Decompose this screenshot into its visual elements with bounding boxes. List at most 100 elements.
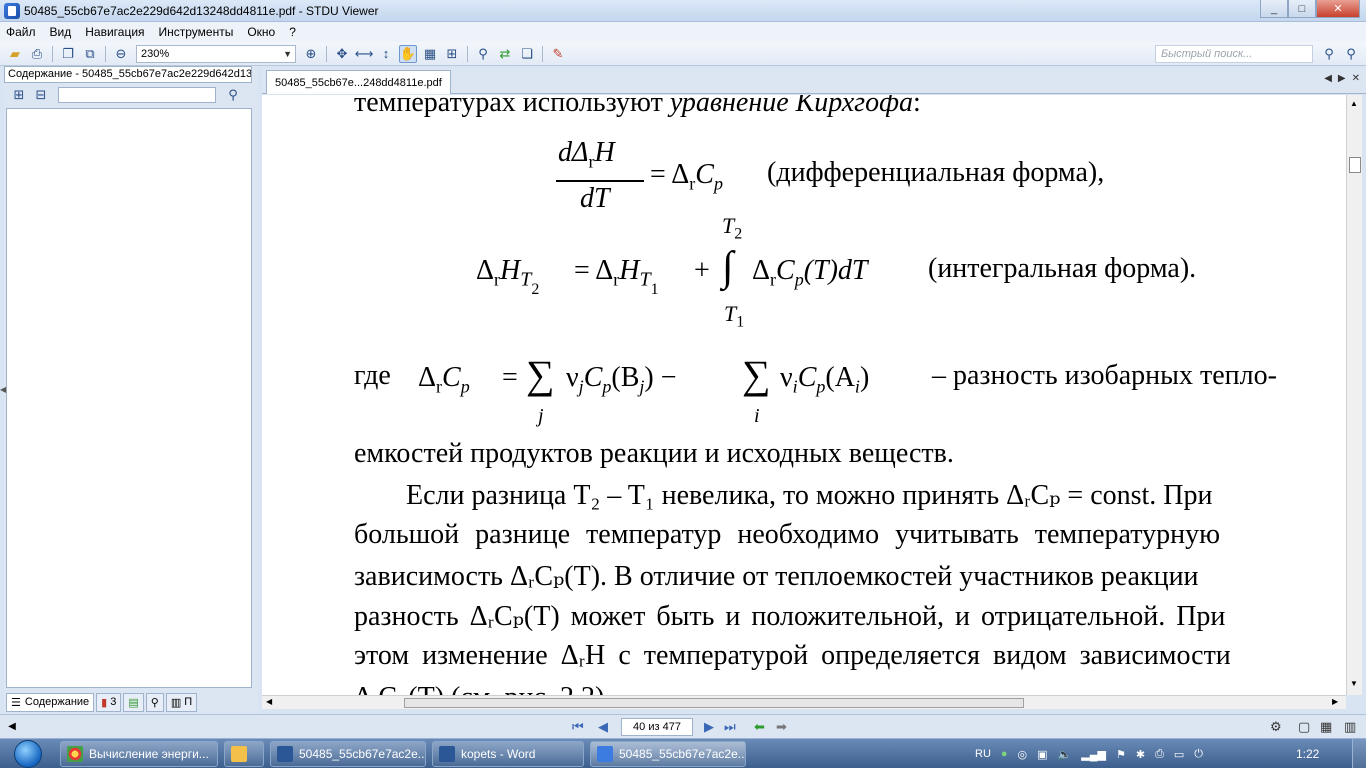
text-line: этом изменение ΔᵣH с температурой опреде… [354, 640, 1231, 671]
toolbar-divider [52, 45, 53, 62]
fit-page-icon[interactable]: ✥ [333, 45, 351, 63]
minimize-button[interactable]: _ [1260, 0, 1288, 18]
panel-toggle-icon[interactable]: ◀ [4, 717, 20, 735]
contents-tree[interactable] [6, 108, 252, 688]
snapshot-icon[interactable]: ▦ [421, 45, 439, 63]
binoculars-icon[interactable]: ⚲ [224, 86, 242, 104]
pages-icon[interactable]: ❏ [518, 45, 536, 63]
bluetooth-icon[interactable]: ✱ [1136, 748, 1145, 761]
export-icon[interactable]: ⧉ [81, 45, 99, 63]
tab-prev-icon[interactable]: ◀ [1324, 73, 1332, 84]
zoom-in-icon[interactable]: ⊕ [302, 45, 320, 63]
eq-sub: 1 [736, 313, 745, 331]
next-page-icon[interactable]: ▶ [704, 719, 714, 735]
scroll-thumb[interactable] [1349, 157, 1361, 173]
start-button[interactable] [2, 739, 54, 768]
eq-text: dΔ [558, 137, 589, 168]
forward-icon[interactable]: ➡ [776, 719, 787, 735]
scroll-left-icon[interactable]: ◀ [266, 697, 272, 706]
quick-search-input[interactable]: Быстрый поиск... [1155, 45, 1313, 63]
open-folder-icon[interactable]: ▰ [6, 45, 24, 63]
tab-pages[interactable]: ▥ П [165, 692, 198, 712]
display-icon[interactable]: ▭ [1174, 748, 1184, 761]
tab-bookmarks[interactable]: ▮ 3 [96, 692, 122, 712]
document-tab[interactable]: 50485_55cb67e...248dd4811e.pdf [266, 70, 451, 94]
hand-tool-icon[interactable]: ✋ [399, 44, 417, 63]
menu-navigation[interactable]: Навигация [85, 25, 144, 39]
menu-file[interactable]: Файл [6, 25, 36, 39]
find-icon[interactable]: ⚲ [474, 45, 492, 63]
continuous-view-icon[interactable]: ▥ [1344, 719, 1356, 735]
tab-next-icon[interactable]: ▶ [1338, 73, 1346, 84]
menu-tools[interactable]: Инструменты [159, 25, 234, 39]
eq-text: H [619, 255, 640, 286]
taskbar-item-label: kopets - Word [461, 747, 536, 761]
integrand: ΔrCp(T)dT [752, 255, 868, 291]
sync-icon[interactable]: ⇄ [496, 45, 514, 63]
eq-sub: p [460, 376, 470, 397]
menu-help[interactable]: ? [289, 25, 296, 39]
tab-close-icon[interactable]: ✕ [1352, 73, 1360, 84]
green-app-icon[interactable]: ● [1001, 748, 1008, 760]
taskbar-item-chrome[interactable]: Вычисление энерги... [60, 741, 218, 767]
volume-icon[interactable]: 🔈 [1058, 748, 1072, 761]
scroll-right-icon[interactable]: ▶ [1332, 697, 1338, 706]
expand-icon[interactable]: ⊞ [10, 86, 28, 104]
taskbar: Вычисление энерги... 50485_55cb67e7ac2e.… [0, 738, 1366, 768]
menu-window[interactable]: Окно [247, 25, 275, 39]
tab-thumbnails[interactable]: ▤ [123, 692, 144, 712]
signal-icon[interactable]: ▂▄▆ [1081, 748, 1106, 761]
chrome-icon [67, 746, 83, 762]
stdu-viewer-icon [597, 746, 613, 762]
scroll-thumb[interactable] [404, 698, 1024, 708]
copy-page-icon[interactable]: ❐ [59, 45, 77, 63]
back-icon[interactable]: ⬅ [754, 719, 765, 735]
tab-navigation: ◀ ▶ ✕ [1318, 73, 1360, 84]
text-span-italic: уравнение Кирхгофа [669, 95, 913, 118]
zoom-out-icon[interactable]: ⊖ [112, 45, 130, 63]
clock[interactable]: 1:22 [1296, 747, 1319, 761]
search-next-icon[interactable]: ⚲ [1342, 45, 1360, 63]
scroll-up-icon[interactable]: ▲ [1350, 99, 1358, 108]
close-button[interactable]: ✕ [1316, 0, 1360, 18]
taskbar-item-word-doc[interactable]: 50485_55cb67e7ac2e... [270, 741, 426, 767]
scroll-down-icon[interactable]: ▼ [1350, 679, 1358, 688]
prev-page-icon[interactable]: ◀ [598, 719, 608, 735]
network-icon[interactable]: ▣ [1037, 748, 1047, 761]
panel-collapse-icon[interactable]: ◀ [0, 385, 6, 394]
first-page-icon[interactable]: ⏮ [572, 719, 584, 735]
zoom-select[interactable]: 230% ▼ [136, 44, 296, 63]
single-page-view-icon[interactable]: ▢ [1298, 719, 1310, 735]
show-desktop-button[interactable] [1352, 739, 1366, 768]
tab-contents[interactable]: ☰ Содержание [6, 692, 95, 712]
printer-icon[interactable]: ⎙ [1155, 748, 1164, 761]
settings-icon[interactable]: ⚙ [1270, 719, 1282, 735]
flag-icon[interactable]: ⚑ [1116, 748, 1126, 761]
print-icon[interactable]: ⎙ [28, 45, 46, 63]
language-indicator[interactable]: RU [975, 748, 991, 760]
fit-width-icon[interactable]: ⟷ [355, 45, 374, 63]
maximize-button[interactable]: □ [1288, 0, 1316, 18]
horizontal-scrollbar[interactable]: ◀ ▶ [262, 695, 1346, 709]
page-number-input[interactable]: 40 из 477 [621, 718, 693, 736]
eq-text: Δ [418, 362, 437, 393]
two-page-view-icon[interactable]: ▦ [1320, 719, 1332, 735]
eq-text: C [583, 362, 603, 393]
search-prev-icon[interactable]: ⚲ [1320, 45, 1338, 63]
document-view[interactable]: температурах используют уравнение Кирхго… [262, 95, 1346, 695]
security-icon[interactable]: ◎ [1018, 748, 1028, 761]
collapse-icon[interactable]: ⊟ [32, 86, 50, 104]
last-page-icon[interactable]: ⏭ [724, 719, 736, 735]
tab-search[interactable]: ⚲ [145, 692, 164, 712]
text-span: температурах используют [354, 95, 670, 118]
power-icon[interactable]: ⏻ [1194, 748, 1203, 761]
highlight-icon[interactable]: ✎ [549, 45, 567, 63]
contents-search-input[interactable] [58, 87, 216, 103]
taskbar-item-word-kopets[interactable]: kopets - Word [432, 741, 584, 767]
select-text-icon[interactable]: ⊞ [443, 45, 461, 63]
vertical-scrollbar[interactable]: ▲ ▼ [1346, 95, 1362, 695]
taskbar-item-explorer[interactable] [224, 741, 264, 767]
menu-view[interactable]: Вид [50, 25, 72, 39]
fit-height-icon[interactable]: ↕ [377, 45, 395, 63]
taskbar-item-stdu[interactable]: 50485_55cb67e7ac2e... [590, 741, 746, 767]
